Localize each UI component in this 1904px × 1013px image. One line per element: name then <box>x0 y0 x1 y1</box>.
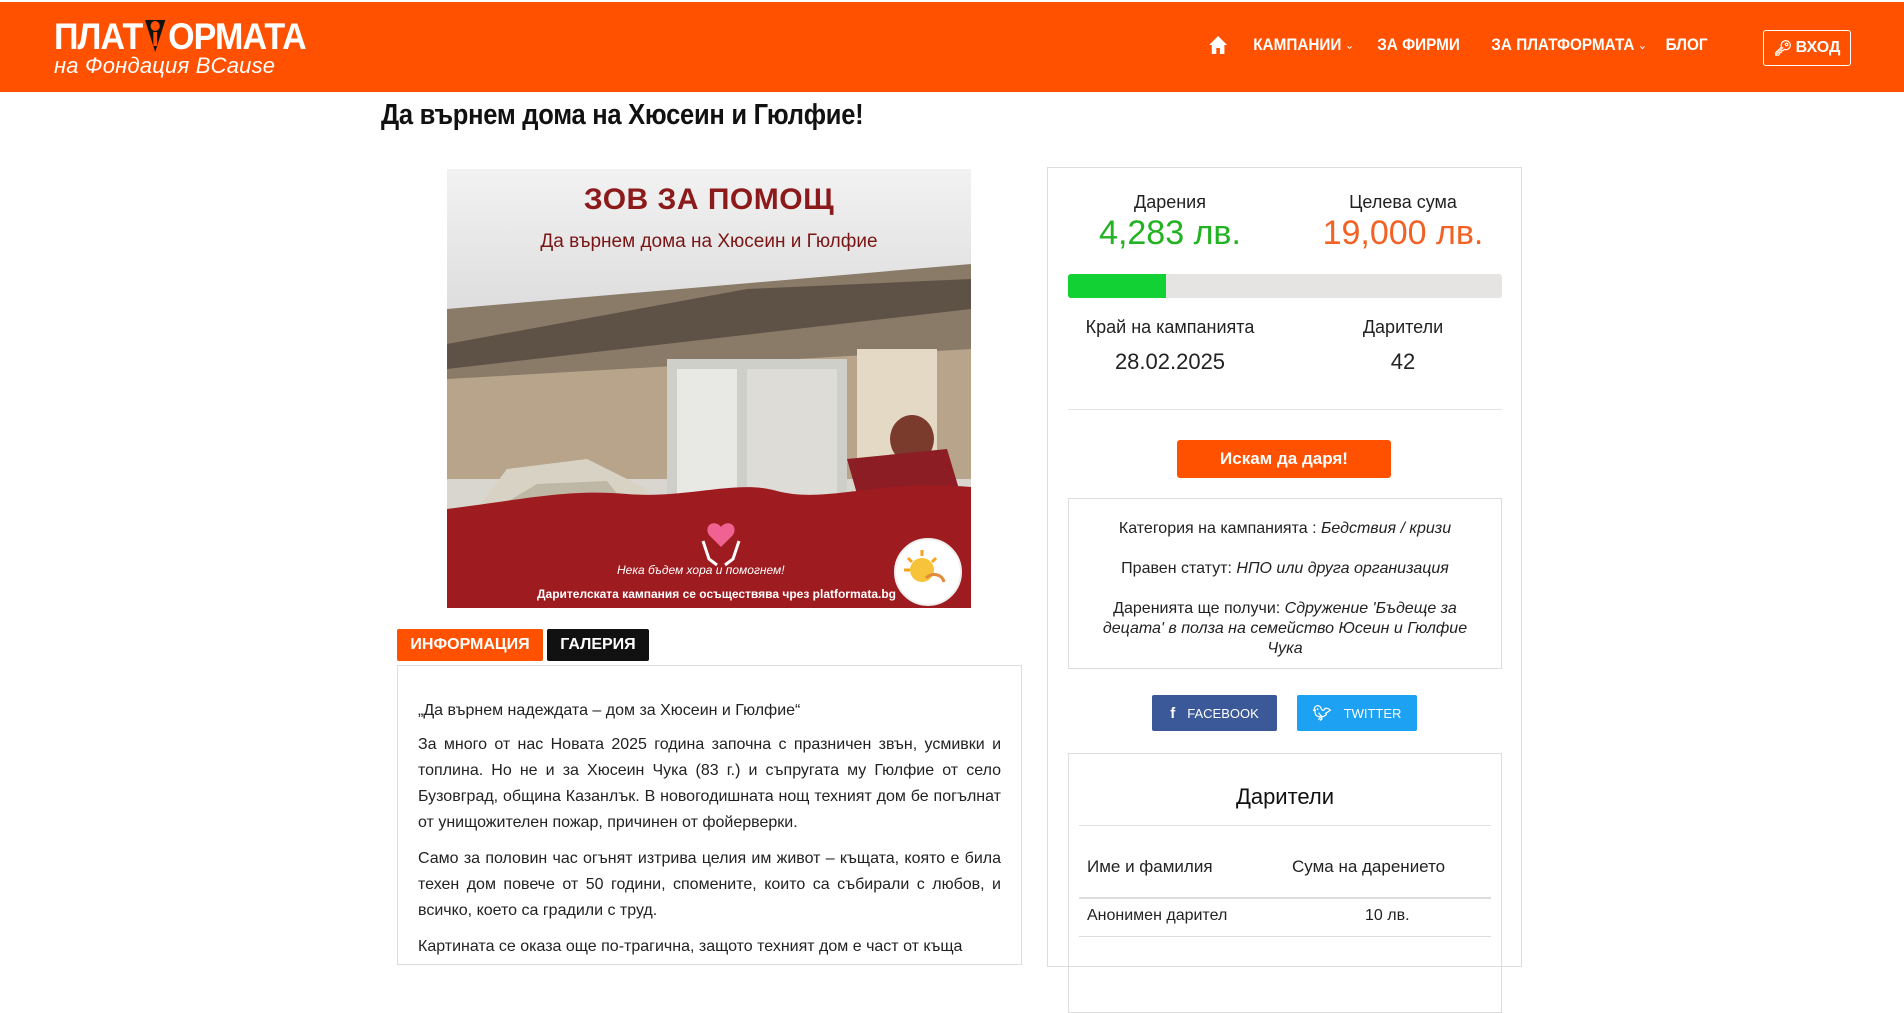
facebook-share-button[interactable]: f FACEBOOK <box>1152 695 1277 731</box>
poster-footer-note: Дарителската кампания се осъществява чре… <box>537 587 896 601</box>
facebook-label: FACEBOOK <box>1187 705 1259 721</box>
chevron-down-icon: ⌄ <box>1345 38 1355 52</box>
divider <box>1079 825 1491 826</box>
divider <box>1068 409 1502 410</box>
campaign-category: Категория на кампанията : Бедствия / кри… <box>1069 519 1501 539</box>
campaign-end-label: Край на кампанията <box>1085 317 1255 337</box>
nav-campaigns-label: КАМПАНИИ <box>1253 35 1342 54</box>
twitter-share-button[interactable]: 🐦︎ TWITTER <box>1297 695 1417 731</box>
key-icon: 🔑︎ <box>1773 40 1793 57</box>
donor-name: Анонимен дарител <box>1087 907 1228 924</box>
platformata-logo[interactable]: ПЛАТ ОРМАТА на Фондация BCause <box>54 18 328 78</box>
goal-value: 19,000 лв. <box>1322 214 1484 252</box>
campaign-info-card: Категория на кампанията : Бедствия / кри… <box>1068 498 1502 669</box>
donate-button[interactable]: Искам да даря! <box>1177 440 1391 478</box>
donation-panel: Дарения 4,283 лв. Целева сума 19,000 лв.… <box>1047 167 1522 1013</box>
login-button[interactable]: 🔑︎ ВХОД <box>1763 30 1851 66</box>
donation-progress-fill <box>1068 274 1166 298</box>
article-paragraph: Картината се оказа още по-трагична, защо… <box>418 938 963 955</box>
facebook-icon: f <box>1170 704 1176 722</box>
nav-campaigns[interactable]: КАМПАНИИ ⌄ <box>1254 35 1355 55</box>
article-paragraph: За много от нас Новата 2025 година започ… <box>418 736 1001 831</box>
donors-count-label: Дарители <box>1362 317 1444 337</box>
donation-recipient: Даренията ще получи: Сдружение 'Бъдеще з… <box>1069 599 1501 659</box>
chevron-down-icon: ⌄ <box>1638 38 1648 52</box>
nav-home[interactable] <box>1209 35 1229 55</box>
sun-logo-icon <box>904 550 946 583</box>
table-row-rule <box>1079 936 1491 937</box>
campaign-image[interactable]: ЗОВ ЗА ПОМОЩ Да върнем дома на Хюсеин и … <box>447 169 971 608</box>
column-header-name: Име и фамилия <box>1087 857 1213 876</box>
donations-value: 4,283 лв. <box>1099 214 1241 252</box>
table-header-rule <box>1079 897 1491 899</box>
donations-label: Дарения <box>1134 192 1206 212</box>
twitter-icon: 🐦︎ <box>1312 705 1332 722</box>
donor-amount: 10 лв. <box>1365 907 1410 924</box>
logo-text-right: ОРМАТА <box>168 16 307 57</box>
poster-slogan: Нека бъдем хора и помогнем! <box>617 563 785 577</box>
poster-subheading: Да върнем дома на Хюсеин и Гюлфие <box>540 231 878 252</box>
legal-status-label: Правен статут: <box>1121 560 1237 577</box>
donors-title: Дарители <box>1235 784 1335 809</box>
logo-wordmark: ПЛАТ ОРМАТА <box>54 16 307 57</box>
category-value: Бедствия / кризи <box>1320 520 1452 537</box>
article-lead: „Да върнем надеждата – дом за Хюсеин и Г… <box>418 702 801 719</box>
nav-blog-label: БЛОГ <box>1666 35 1708 54</box>
nav-blog[interactable]: БЛОГ <box>1666 35 1708 55</box>
legal-status: Правен статут: НПО или друга организация <box>1069 559 1501 579</box>
nav-for-companies-label: ЗА ФИРМИ <box>1377 35 1461 54</box>
nav-for-companies[interactable]: ЗА ФИРМИ <box>1378 35 1461 55</box>
donation-progress-bar <box>1068 274 1502 298</box>
logo-subtitle: на Фондация BCause <box>54 53 276 78</box>
logo-text-left: ПЛАТ <box>54 16 143 57</box>
donors-count-value: 42 <box>1390 349 1416 374</box>
article-paragraph: Само за половин час огънят изтрива целия… <box>418 850 1001 919</box>
login-label: ВХОД <box>1795 39 1841 56</box>
tab-information[interactable]: ИНФОРМАЦИЯ <box>397 629 543 661</box>
campaign-description: „Да върнем надеждата – дом за Хюсеин и Г… <box>397 665 1022 965</box>
main-nav: КАМПАНИИ ⌄ ЗА ФИРМИ ЗА ПЛАТФОРМАТА ⌄ БЛО… <box>1192 35 1708 55</box>
home-icon <box>1209 36 1228 54</box>
nav-about[interactable]: ЗА ПЛАТФОРМАТА ⌄ <box>1492 35 1648 55</box>
top-navbar: ПЛАТ ОРМАТА на Фондация BCause КАМПАНИИ … <box>0 2 1904 92</box>
legal-status-value: НПО или друга организация <box>1236 560 1449 577</box>
tab-gallery[interactable]: ГАЛЕРИЯ <box>547 629 649 661</box>
category-label: Категория на кампанията : <box>1118 520 1321 537</box>
donors-list: Дарители Име и фамилия Сума на дарението… <box>1068 753 1502 1013</box>
nav-about-label: ЗА ПЛАТФОРМАТА <box>1491 35 1635 54</box>
recipient-label: Даренията ще получи: <box>1113 600 1285 617</box>
logo-figure-icon <box>143 18 167 56</box>
page-title: Да върнем дома на Хюсеин и Гюлфие! <box>381 99 864 131</box>
poster-heading: ЗОВ ЗА ПОМОЩ <box>583 183 835 216</box>
campaign-end-date: 28.02.2025 <box>1114 349 1226 374</box>
twitter-label: TWITTER <box>1343 705 1402 721</box>
goal-label: Целева сума <box>1349 192 1457 212</box>
organization-logo-badge <box>894 538 962 606</box>
column-header-amount: Сума на дарението <box>1292 857 1446 876</box>
